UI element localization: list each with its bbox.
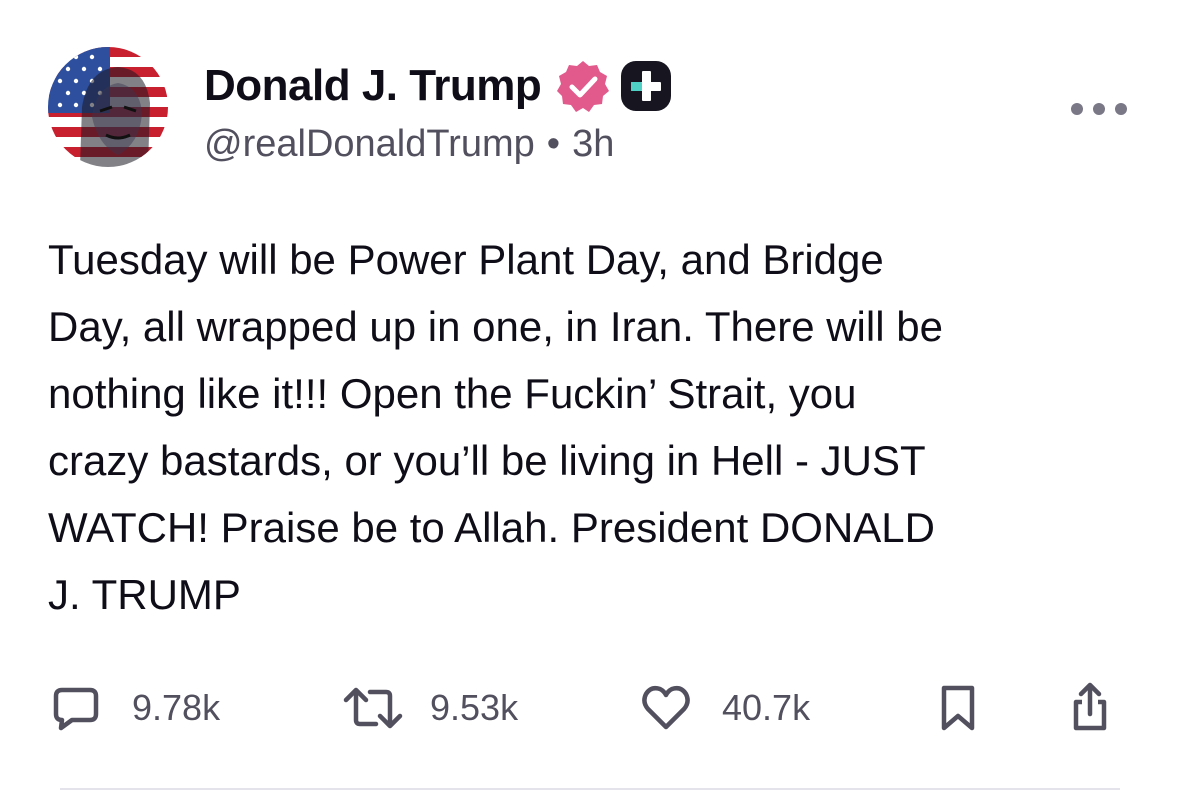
meta-separator: • [546, 122, 561, 165]
reply-icon [53, 687, 99, 731]
avatar-image [48, 47, 168, 167]
repost-icon [343, 687, 403, 729]
repost-button[interactable]: 9.53k [342, 670, 518, 746]
author-display-name[interactable]: Donald J. Trump [204, 61, 542, 111]
bookmark-button[interactable] [932, 670, 984, 746]
more-horizontal-icon [1071, 103, 1127, 115]
author-name-row: Donald J. Trump [204, 56, 673, 116]
author-handle[interactable]: @realDonaldTrump [204, 123, 535, 166]
avatar[interactable] [48, 47, 168, 167]
author-meta-row: @realDonaldTrump • 3h [204, 118, 614, 170]
like-button[interactable]: 40.7k [640, 670, 810, 746]
post-card: Donald J. Trump @realDonaldTrump • 3h Tu… [0, 0, 1179, 792]
share-button[interactable] [1064, 670, 1116, 746]
post-text: Tuesday will be Power Plant Day, and Bri… [48, 236, 943, 618]
repost-count: 9.53k [430, 687, 519, 728]
verified-check-icon [557, 61, 610, 112]
share-icon [1073, 682, 1107, 731]
post-divider [60, 788, 1120, 790]
more-options-button[interactable] [1068, 92, 1130, 126]
bookmark-icon [941, 685, 975, 731]
reply-button[interactable]: 9.78k [50, 670, 220, 746]
like-count: 40.7k [722, 687, 811, 728]
post-timestamp[interactable]: 3h [572, 123, 614, 166]
reply-count: 9.78k [132, 687, 221, 728]
plus-badge-icon [621, 61, 672, 111]
heart-icon [642, 685, 690, 730]
post-actions-bar: 9.78k 9.53k 40.7k [0, 670, 1179, 746]
